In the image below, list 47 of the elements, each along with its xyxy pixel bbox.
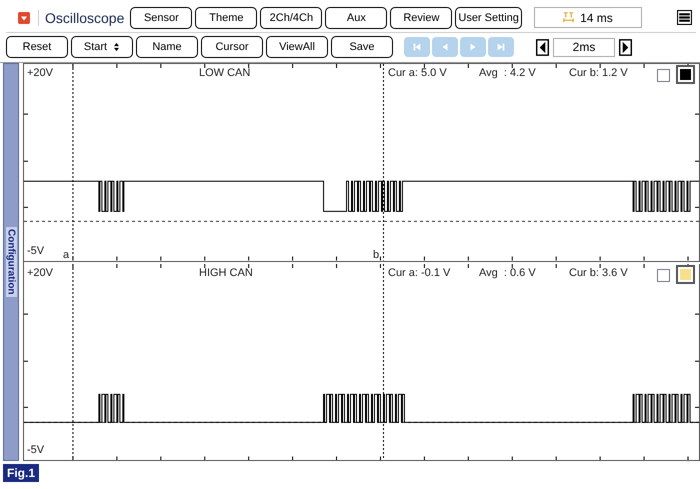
action-button[interactable]: Start	[71, 36, 133, 58]
action-button[interactable]: Save	[331, 36, 393, 58]
scale-min-label: -5V	[27, 444, 44, 456]
scale-max-label: +20V	[27, 266, 53, 278]
color-swatch[interactable]	[678, 266, 693, 282]
cursor-line[interactable]	[72, 64, 74, 260]
timebase-field[interactable]: 2ms	[553, 38, 615, 56]
checkbox[interactable]	[657, 69, 670, 82]
scale-max-label: +20V	[27, 67, 53, 79]
cursor-b-reading: Cur b: 1.2 V	[569, 67, 628, 79]
interval-icon	[563, 12, 574, 23]
cursor-a-reading: Cur a: -0.1 V	[388, 266, 450, 278]
menu-button[interactable]: Theme	[195, 6, 258, 28]
menu-button[interactable]: Sensor	[130, 6, 192, 28]
average-reading: Avg : 0.6 V	[479, 266, 536, 278]
cursor-b-reading: Cur b: 3.6 V	[569, 266, 628, 278]
action-button[interactable]: Name	[136, 36, 198, 58]
dropdown-icon[interactable]	[18, 12, 30, 24]
menu-button[interactable]: 2Ch/4Ch	[260, 6, 322, 28]
menu-button[interactable]: Review	[390, 6, 452, 28]
time-readout: 14 ms	[534, 7, 642, 28]
skip-icon	[412, 42, 422, 52]
action-button[interactable]: Cursor	[201, 36, 263, 58]
configuration-tab[interactable]: Configuration	[3, 63, 19, 461]
cursor-marker: b	[373, 248, 380, 260]
action-button[interactable]: Reset	[6, 36, 68, 58]
triangle-icon	[468, 42, 478, 52]
up-down-arrows-icon	[113, 42, 120, 52]
menu-button[interactable]: Aux	[325, 6, 388, 28]
cursor-line[interactable]	[382, 264, 384, 460]
cursor-marker: a	[63, 248, 70, 260]
cursor-line[interactable]	[72, 264, 74, 460]
figure-label: Fig.1	[3, 464, 40, 482]
color-swatch[interactable]	[678, 67, 693, 82]
menu-button[interactable]: User Setting	[455, 6, 522, 28]
cursor-a-reading: Cur a: 5.0 V	[388, 67, 447, 79]
cursor-line[interactable]	[382, 64, 384, 260]
app-title: Oscilloscope	[38, 10, 124, 26]
channel-name: LOW CAN	[199, 67, 250, 79]
triangle-icon	[440, 42, 450, 52]
action-button[interactable]: ViewAll	[266, 36, 328, 58]
scale-min-label: -5V	[27, 244, 44, 256]
skip-icon	[496, 42, 506, 52]
average-reading: Avg : 4.2 V	[479, 67, 536, 79]
channel-name: HIGH CAN	[199, 266, 253, 278]
menu-icon[interactable]	[677, 10, 692, 25]
checkbox[interactable]	[657, 268, 670, 282]
